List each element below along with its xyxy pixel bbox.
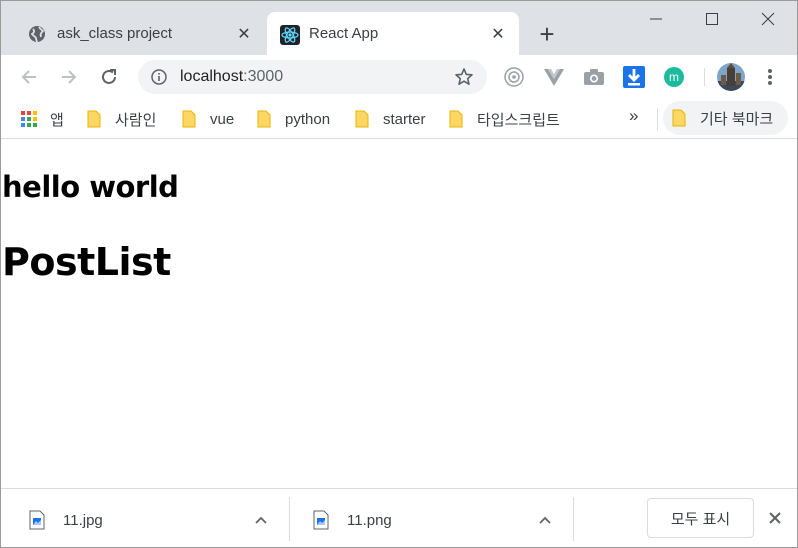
other-bookmarks-button[interactable]: 기타 북마크 (663, 101, 788, 135)
avatar[interactable] (717, 63, 745, 91)
menu-kebab-icon[interactable] (759, 66, 781, 88)
chevron-up-icon[interactable] (251, 510, 271, 530)
show-all-downloads-button[interactable]: 모두 표시 (647, 498, 754, 538)
download-filename: 11.png (347, 511, 392, 529)
url-text: localhost:3000 (180, 68, 283, 86)
bookmark-apps[interactable]: 앱 (21, 107, 64, 131)
vue-devtools-icon[interactable] (543, 66, 565, 88)
bookmark-label: 앱 (50, 111, 64, 129)
minimize-icon (650, 18, 662, 20)
back-arrow-icon (21, 70, 36, 84)
bookmark-folder[interactable]: python (257, 107, 330, 131)
extension-ring-icon[interactable] (503, 66, 525, 88)
tab-title: ask_class project (57, 25, 173, 42)
window-close-button[interactable] (739, 1, 797, 37)
apps-grid-icon (21, 111, 37, 127)
reload-icon (102, 69, 116, 84)
page-content: hello world PostList (1, 140, 797, 488)
download-bar: 11.jpg 11.png 모두 표시 (1, 488, 797, 547)
browser-window: ask_class project ✕ React App ✕ + localh… (0, 0, 798, 548)
minimize-button[interactable] (627, 1, 685, 37)
tab-close-icon[interactable]: ✕ (233, 23, 255, 45)
tab-strip: ask_class project ✕ React App ✕ + (1, 1, 797, 55)
bookmarks-separator (657, 108, 658, 130)
hello-heading: hello world (2, 170, 179, 204)
toolbar: localhost:3000 m (1, 55, 797, 99)
bookmark-folder[interactable]: 타입스크립트 (449, 107, 560, 131)
download-item[interactable]: 11.png (285, 497, 573, 543)
bookmark-folder[interactable]: vue (182, 107, 234, 131)
image-file-icon (29, 510, 45, 530)
forward-button[interactable] (53, 61, 85, 93)
react-logo-icon (280, 24, 300, 45)
folder-icon (672, 109, 686, 127)
address-bar[interactable]: localhost:3000 (138, 60, 487, 94)
m-extension-icon[interactable]: m (663, 66, 685, 88)
close-icon (761, 12, 775, 26)
bookmark-star-icon[interactable] (454, 67, 474, 87)
camera-icon[interactable] (583, 66, 605, 88)
bookmarks-bar: 앱 사람인 vue python starter 타입스크립트 » 기타 북마크 (1, 99, 797, 139)
tab-react-app[interactable]: React App ✕ (267, 12, 519, 55)
globe-icon (28, 25, 46, 43)
folder-icon (257, 110, 271, 128)
download-separator (573, 497, 574, 541)
bookmark-label: 사람인 (115, 111, 157, 129)
reload-button[interactable] (93, 61, 125, 93)
folder-icon (87, 110, 101, 128)
back-button[interactable] (13, 61, 45, 93)
maximize-icon (706, 13, 718, 25)
url-host: localhost (180, 68, 244, 85)
tab-title: React App (309, 25, 379, 42)
forward-arrow-icon (62, 70, 77, 84)
postlist-heading: PostList (2, 240, 171, 284)
folder-icon (182, 110, 196, 128)
download-item[interactable]: 11.jpg (1, 497, 289, 543)
tab-ask-class-project[interactable]: ask_class project ✕ (15, 12, 265, 55)
info-icon[interactable] (151, 69, 167, 85)
bookmark-label: 타입스크립트 (477, 111, 560, 129)
close-download-bar-icon[interactable] (765, 508, 785, 528)
folder-icon (449, 110, 463, 128)
bookmark-folder[interactable]: starter (355, 107, 426, 131)
chevron-up-icon[interactable] (535, 510, 555, 530)
bookmark-label: vue (210, 110, 235, 128)
new-tab-button[interactable]: + (534, 21, 560, 47)
bookmark-folder[interactable]: 사람인 (87, 107, 156, 131)
maximize-button[interactable] (683, 1, 741, 37)
tab-close-icon[interactable]: ✕ (487, 23, 509, 45)
download-extension-icon[interactable] (623, 66, 645, 88)
url-port: :3000 (243, 68, 284, 85)
download-filename: 11.jpg (63, 511, 103, 529)
toolbar-separator (704, 68, 705, 86)
folder-icon (355, 110, 369, 128)
bookmark-label: python (285, 110, 331, 128)
image-file-icon (313, 510, 329, 530)
bookmarks-overflow-button[interactable]: » (629, 106, 638, 126)
bookmark-label: starter (383, 110, 426, 128)
other-bookmarks-label: 기타 북마크 (700, 110, 774, 128)
svg-text:m: m (669, 70, 679, 84)
